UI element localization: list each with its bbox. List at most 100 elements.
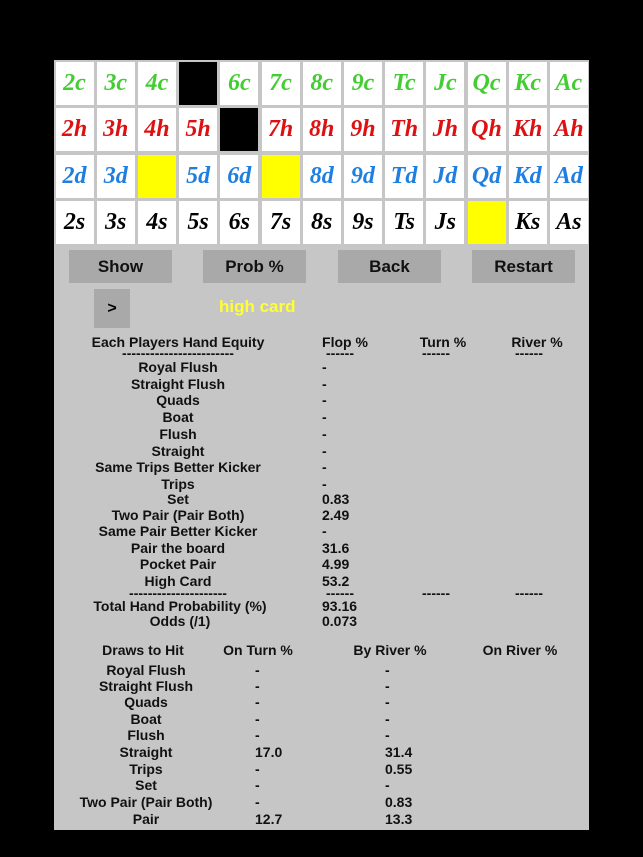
card-4c[interactable]: 4c bbox=[137, 61, 176, 105]
card-4s[interactable]: 4s bbox=[137, 201, 176, 244]
card-Jh[interactable]: Jh bbox=[426, 108, 465, 151]
card-Td[interactable]: Td bbox=[385, 154, 424, 198]
draw-row-label: Two Pair (Pair Both) bbox=[79, 794, 213, 810]
river-underline: ------ bbox=[515, 345, 543, 361]
equity-row-label: Same Pair Better Kicker bbox=[98, 523, 258, 539]
draw-row-river: - bbox=[385, 662, 390, 678]
equity-row-label: Straight Flush bbox=[130, 376, 226, 392]
card-8h[interactable]: 8h bbox=[302, 108, 341, 151]
card-slot-3[interactable] bbox=[179, 61, 218, 105]
total-label: Total Hand Probability (%) bbox=[93, 598, 267, 614]
card-Kd[interactable]: Kd bbox=[508, 154, 547, 198]
equity-row-label: Trips bbox=[161, 476, 195, 492]
card-slot-17[interactable] bbox=[220, 108, 259, 151]
show-button[interactable]: Show bbox=[69, 250, 172, 283]
card-6c[interactable]: 6c bbox=[220, 61, 259, 105]
card-7c[interactable]: 7c bbox=[261, 61, 300, 105]
equity-row-flop: - bbox=[322, 409, 327, 425]
on-turn-header: On Turn % bbox=[223, 642, 293, 658]
equity-row-label: Pair the board bbox=[130, 540, 226, 556]
card-5h[interactable]: 5h bbox=[179, 108, 218, 151]
card-9s[interactable]: 9s bbox=[343, 201, 382, 244]
card-Kc[interactable]: Kc bbox=[508, 61, 547, 105]
card-3c[interactable]: 3c bbox=[96, 61, 135, 105]
card-grid: 2c 3c 4c 6c 7c 8c 9c Tc Jc Qc Kc Ac 2h 3h 4h 5h 7h 8h 9h Th… bbox=[54, 60, 589, 246]
card-Jd[interactable]: Jd bbox=[426, 154, 465, 198]
card-3d[interactable]: 3d bbox=[96, 154, 135, 198]
equity-row-label: Quads bbox=[156, 392, 200, 408]
card-2c[interactable]: 2c bbox=[55, 61, 94, 105]
back-button[interactable]: Back bbox=[338, 250, 441, 283]
draw-row-turn: - bbox=[255, 694, 260, 710]
card-7s[interactable]: 7s bbox=[261, 201, 300, 244]
equity-row-label: Same Trips Better Kicker bbox=[95, 459, 261, 475]
equity-row-label: Pocket Pair bbox=[139, 556, 217, 572]
card-2h[interactable]: 2h bbox=[55, 108, 94, 151]
card-Kh[interactable]: Kh bbox=[508, 108, 547, 151]
card-7h[interactable]: 7h bbox=[261, 108, 300, 151]
card-3h[interactable]: 3h bbox=[96, 108, 135, 151]
odds-label: Odds (/1) bbox=[149, 613, 211, 629]
card-9h[interactable]: 9h bbox=[343, 108, 382, 151]
equity-row-flop: 31.6 bbox=[322, 540, 350, 556]
card-8s[interactable]: 8s bbox=[302, 201, 341, 244]
card-4h[interactable]: 4h bbox=[137, 108, 176, 151]
equity-row-flop: - bbox=[322, 376, 327, 392]
card-Ad[interactable]: Ad bbox=[549, 154, 588, 198]
card-9c[interactable]: 9c bbox=[343, 61, 382, 105]
card-8d[interactable]: 8d bbox=[302, 154, 341, 198]
draw-row-river: 0.83 bbox=[385, 794, 413, 810]
draw-row-turn: 12.7 bbox=[255, 811, 283, 827]
equity-row-flop: - bbox=[322, 359, 327, 375]
equity-row-label: Straight bbox=[151, 443, 205, 459]
card-Js[interactable]: Js bbox=[426, 201, 465, 244]
card-Qc[interactable]: Qc bbox=[467, 61, 506, 105]
equity-row-flop: - bbox=[322, 459, 327, 475]
card-9d[interactable]: 9d bbox=[343, 154, 382, 198]
card-2d[interactable]: 2d bbox=[55, 154, 94, 198]
next-button[interactable]: > bbox=[94, 289, 130, 328]
card-Qh[interactable]: Qh bbox=[467, 108, 506, 151]
card-Jc[interactable]: Jc bbox=[426, 61, 465, 105]
draw-row-river: 0.55 bbox=[385, 761, 413, 777]
draw-row-label: Straight bbox=[119, 744, 173, 760]
card-Tc[interactable]: Tc bbox=[385, 61, 424, 105]
card-2s[interactable]: 2s bbox=[55, 201, 94, 244]
card-Ks[interactable]: Ks bbox=[508, 201, 547, 244]
draw-row-turn: - bbox=[255, 761, 260, 777]
equity-row-flop: - bbox=[322, 476, 327, 492]
draw-row-river: - bbox=[385, 777, 390, 793]
card-5d[interactable]: 5d bbox=[179, 154, 218, 198]
card-slot-49[interactable] bbox=[467, 201, 506, 244]
card-5s[interactable]: 5s bbox=[179, 201, 218, 244]
draw-row-turn: - bbox=[255, 678, 260, 694]
turn-separator: ------ bbox=[422, 585, 450, 601]
card-Ts[interactable]: Ts bbox=[385, 201, 424, 244]
card-slot-28[interactable] bbox=[137, 154, 176, 198]
card-6s[interactable]: 6s bbox=[220, 201, 259, 244]
draw-row-label: Trips bbox=[129, 761, 163, 777]
equity-row-flop: 0.83 bbox=[322, 491, 350, 507]
prob-button[interactable]: Prob % bbox=[203, 250, 306, 283]
flop-underline: ------ bbox=[326, 345, 354, 361]
river-separator: ------ bbox=[515, 585, 543, 601]
card-6d[interactable]: 6d bbox=[220, 154, 259, 198]
main-panel: 2c 3c 4c 6c 7c 8c 9c Tc Jc Qc Kc Ac 2h 3h 4h 5h 7h 8h 9h Th… bbox=[54, 60, 589, 830]
by-river-header: By River % bbox=[353, 642, 427, 658]
draw-row-river: - bbox=[385, 694, 390, 710]
card-As[interactable]: As bbox=[549, 201, 588, 244]
draw-row-label: Royal Flush bbox=[106, 662, 186, 678]
card-Ac[interactable]: Ac bbox=[549, 61, 588, 105]
card-8c[interactable]: 8c bbox=[302, 61, 341, 105]
card-Ah[interactable]: Ah bbox=[549, 108, 588, 151]
card-Th[interactable]: Th bbox=[385, 108, 424, 151]
hand-name: high card bbox=[219, 297, 296, 316]
card-Qd[interactable]: Qd bbox=[467, 154, 506, 198]
equity-row-flop: - bbox=[322, 443, 327, 459]
draw-row-turn: - bbox=[255, 777, 260, 793]
card-3s[interactable]: 3s bbox=[96, 201, 135, 244]
card-slot-31[interactable] bbox=[261, 154, 300, 198]
restart-button[interactable]: Restart bbox=[472, 250, 575, 283]
draw-row-turn: - bbox=[255, 662, 260, 678]
total-flop: 93.16 bbox=[322, 598, 358, 614]
